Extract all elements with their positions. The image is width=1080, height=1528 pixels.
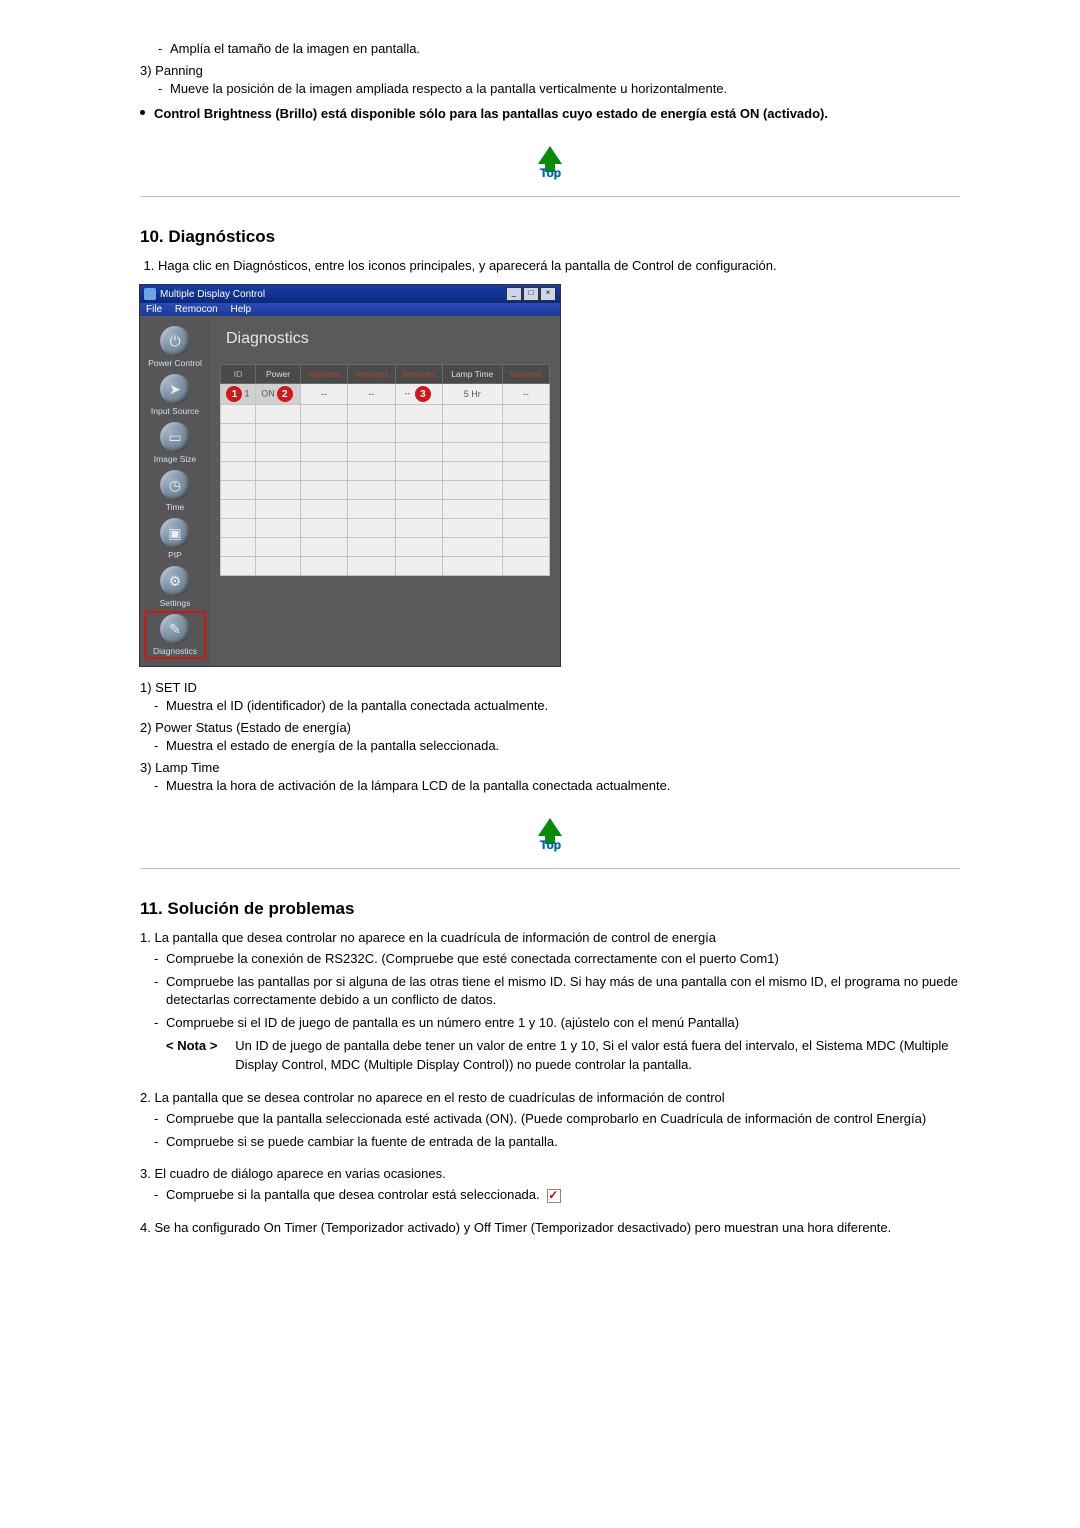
separator-2 — [140, 868, 960, 869]
app-title: Multiple Display Control — [160, 289, 265, 300]
menu-help[interactable]: Help — [231, 304, 252, 315]
badge-3: 3 — [415, 386, 431, 402]
lamptime-desc: Muestra la hora de activación de la lámp… — [154, 777, 960, 796]
note-label: < Nota > — [166, 1037, 217, 1075]
image-size-icon: ▭ — [160, 422, 190, 452]
diagnostics-heading: 10. Diagnósticos — [140, 227, 960, 247]
app-main: Diagnostics ID Power Resered Resered Res… — [210, 316, 560, 666]
th-r2: Resered — [348, 365, 395, 384]
t4: Se ha configurado On Timer (Temporizador… — [154, 1220, 891, 1235]
diagnostics-table: ID Power Resered Resered Resered Lamp Ti… — [220, 364, 550, 576]
t1-d2: Compruebe las pantallas por si alguna de… — [154, 973, 960, 1011]
input-source-icon: ➤ — [160, 374, 190, 404]
lamptime-title: Lamp Time — [155, 760, 219, 775]
diagnostics-icon: ✎ — [160, 614, 190, 644]
brightness-note: Control Brightness (Brillo) está disponi… — [140, 105, 960, 124]
panning-title: Panning — [155, 63, 203, 78]
sidebar-item-settings[interactable]: ⚙ Settings — [145, 564, 205, 610]
troubleshooting-heading: 11. Solución de problemas — [140, 899, 960, 919]
th-lamp: Lamp Time — [442, 365, 502, 384]
close-button[interactable]: × — [540, 287, 556, 301]
amplify-desc: Amplía el tamaño de la imagen en pantall… — [158, 40, 960, 59]
th-r4: Resered — [502, 365, 549, 384]
t2-d2: Compruebe si se puede cambiar la fuente … — [154, 1133, 960, 1152]
t3-d1: Compruebe si la pantalla que desea contr… — [154, 1186, 960, 1205]
pip-icon: ▣ — [160, 518, 190, 548]
t1: La pantalla que desea controlar no apare… — [154, 930, 716, 945]
app-main-title: Diagnostics — [226, 330, 550, 348]
setid-desc: Muestra el ID (identificador) de la pant… — [154, 697, 960, 716]
power-icon: ⏻ — [160, 326, 190, 356]
app-window: Multiple Display Control _ □ × File Remo… — [140, 285, 560, 666]
badge-2: 2 — [277, 386, 293, 402]
arrow-up-icon — [538, 146, 562, 164]
app-icon — [144, 288, 156, 300]
t3: El cuadro de diálogo aparece en varias o… — [154, 1166, 445, 1181]
setid-title: SET ID — [155, 680, 197, 695]
menu-remocon[interactable]: Remocon — [175, 304, 218, 315]
t2: La pantalla que se desea controlar no ap… — [154, 1090, 724, 1105]
settings-icon: ⚙ — [160, 566, 190, 596]
top-button-2[interactable]: Top — [528, 818, 572, 858]
sidebar-item-diagnostics[interactable]: ✎ Diagnostics — [145, 612, 205, 658]
t1-d1: Compruebe la conexión de RS232C. (Compru… — [154, 950, 960, 969]
time-icon: ◷ — [160, 470, 190, 500]
diag-step-1: Haga clic en Diagnósticos, entre los ico… — [158, 257, 960, 276]
menu-file[interactable]: File — [146, 304, 162, 315]
menubar: File Remocon Help — [140, 303, 560, 316]
sidebar-item-input-source[interactable]: ➤ Input Source — [145, 372, 205, 418]
minimize-button[interactable]: _ — [506, 287, 522, 301]
powerstatus-desc: Muestra el estado de energía de la panta… — [154, 737, 960, 756]
maximize-button[interactable]: □ — [523, 287, 539, 301]
t1-d3: Compruebe si el ID de juego de pantalla … — [154, 1014, 960, 1033]
separator — [140, 196, 960, 197]
th-r3: Resered — [395, 365, 442, 384]
sidebar-item-time[interactable]: ◷ Time — [145, 468, 205, 514]
th-r1: Resered — [301, 365, 348, 384]
table-row[interactable]: 11 ON2 -- -- -- 3 5 Hr -- — [221, 384, 550, 405]
checkbox-icon — [547, 1189, 561, 1203]
document-page: Amplía el tamaño de la imagen en pantall… — [120, 40, 960, 1238]
sidebar: ⏻ Power Control ➤ Input Source ▭ Image S… — [140, 316, 210, 666]
top-label: Top — [540, 166, 561, 180]
panning-desc: Mueve la posición de la imagen ampliada … — [158, 80, 960, 99]
sidebar-item-pip[interactable]: ▣ PIP — [145, 516, 205, 562]
top-label-2: Top — [540, 838, 561, 852]
top-button[interactable]: Top — [528, 146, 572, 186]
th-id: ID — [221, 365, 256, 384]
sidebar-item-image-size[interactable]: ▭ Image Size — [145, 420, 205, 466]
sidebar-item-power-control[interactable]: ⏻ Power Control — [145, 324, 205, 370]
note-text: Un ID de juego de pantalla debe tener un… — [235, 1037, 960, 1075]
badge-1: 1 — [226, 386, 242, 402]
arrow-up-icon — [538, 818, 562, 836]
titlebar: Multiple Display Control _ □ × — [140, 285, 560, 303]
th-power: Power — [256, 365, 301, 384]
powerstatus-title: Power Status (Estado de energía) — [155, 720, 351, 735]
t2-d1: Compruebe que la pantalla seleccionada e… — [154, 1110, 960, 1129]
